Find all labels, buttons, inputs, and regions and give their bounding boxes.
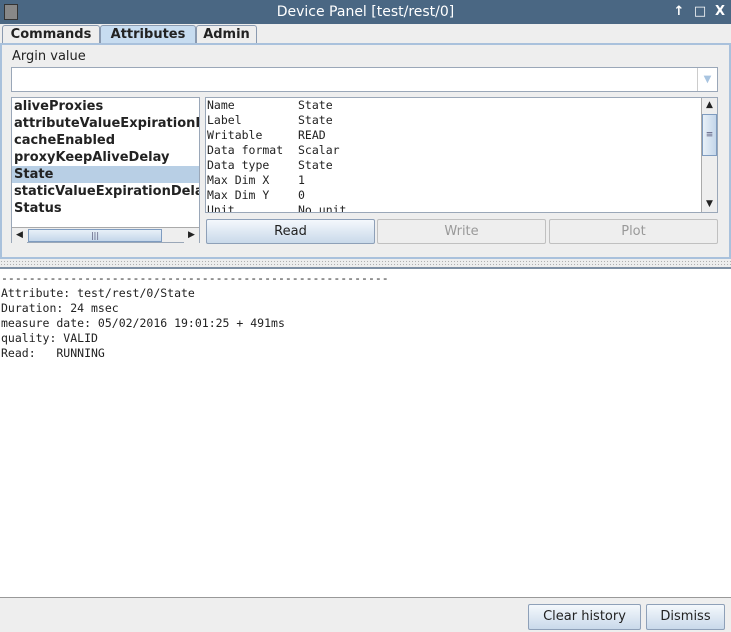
- detail-value: 0: [298, 188, 305, 202]
- detail-key: Data format: [207, 143, 284, 157]
- output-line: ----------------------------------------…: [1, 271, 389, 285]
- list-item[interactable]: State: [12, 166, 199, 183]
- vertical-scrollbar[interactable]: ▲ ≡ ▼: [701, 98, 717, 212]
- title-bar[interactable]: Device Panel [test/rest/0] ↑ □ X: [0, 0, 731, 24]
- app-icon: [4, 4, 18, 20]
- detail-value: State: [298, 98, 333, 112]
- detail-value: State: [298, 113, 333, 127]
- scroll-right-icon[interactable]: ▶: [184, 228, 199, 243]
- detail-key: Label: [207, 113, 242, 127]
- output-line: Duration: 24 msec: [1, 301, 119, 315]
- tab-attributes[interactable]: Attributes: [100, 25, 196, 44]
- scroll-thumb[interactable]: |||: [28, 229, 162, 242]
- list-item[interactable]: aliveProxies: [12, 98, 199, 115]
- list-item[interactable]: cacheEnabled: [12, 132, 199, 149]
- read-button[interactable]: Read: [206, 219, 375, 244]
- tab-admin[interactable]: Admin: [196, 25, 257, 44]
- pin-icon[interactable]: ↑: [671, 3, 687, 21]
- list-item[interactable]: Status: [12, 200, 199, 217]
- plot-button[interactable]: Plot: [549, 219, 718, 244]
- attribute-list[interactable]: aliveProxies attributeValueExpirationD c…: [11, 97, 200, 243]
- detail-key: Max Dim Y: [207, 188, 270, 202]
- list-item[interactable]: attributeValueExpirationD: [12, 115, 199, 132]
- write-button[interactable]: Write: [377, 219, 546, 244]
- list-item[interactable]: staticValueExpirationDelay: [12, 183, 199, 200]
- detail-value: No unit: [298, 203, 347, 213]
- tab-commands[interactable]: Commands: [2, 25, 100, 44]
- attribute-details: Name State Label State Writable READ Data f…: [205, 97, 718, 213]
- detail-value: READ: [298, 128, 326, 142]
- output-history: ----------------------------------------…: [0, 267, 731, 598]
- detail-key: Writable: [207, 128, 263, 142]
- scroll-thumb[interactable]: ≡: [702, 114, 717, 156]
- dismiss-button[interactable]: Dismiss: [646, 604, 725, 630]
- detail-key: Data type: [207, 158, 270, 172]
- argin-label: Argin value: [12, 49, 86, 64]
- split-pane-divider[interactable]: [0, 260, 731, 267]
- output-line: Read: RUNNING: [1, 346, 105, 360]
- clear-history-button[interactable]: Clear history: [528, 604, 641, 630]
- horizontal-scrollbar[interactable]: ◀ ||| ▶: [12, 227, 199, 243]
- detail-value: State: [298, 158, 333, 172]
- maximize-icon[interactable]: □: [692, 3, 708, 21]
- detail-key: Unit: [207, 203, 235, 213]
- list-item[interactable]: proxyKeepAliveDelay: [12, 149, 199, 166]
- scroll-left-icon[interactable]: ◀: [12, 228, 27, 243]
- output-line: quality: VALID: [1, 331, 98, 345]
- close-icon[interactable]: X: [712, 3, 728, 21]
- output-line: measure date: 05/02/2016 19:01:25 + 491m…: [1, 316, 285, 330]
- scroll-down-icon[interactable]: ▼: [702, 197, 717, 212]
- detail-key: Max Dim X: [207, 173, 270, 187]
- detail-value: 1: [298, 173, 305, 187]
- argin-input[interactable]: [11, 67, 718, 92]
- output-line: Attribute: test/rest/0/State: [1, 286, 195, 300]
- scroll-up-icon[interactable]: ▲: [702, 98, 717, 113]
- detail-value: Scalar: [298, 143, 340, 157]
- window-title: Device Panel [test/rest/0]: [276, 4, 455, 20]
- chevron-down-icon[interactable]: ▼: [697, 68, 717, 91]
- detail-key: Name: [207, 98, 235, 112]
